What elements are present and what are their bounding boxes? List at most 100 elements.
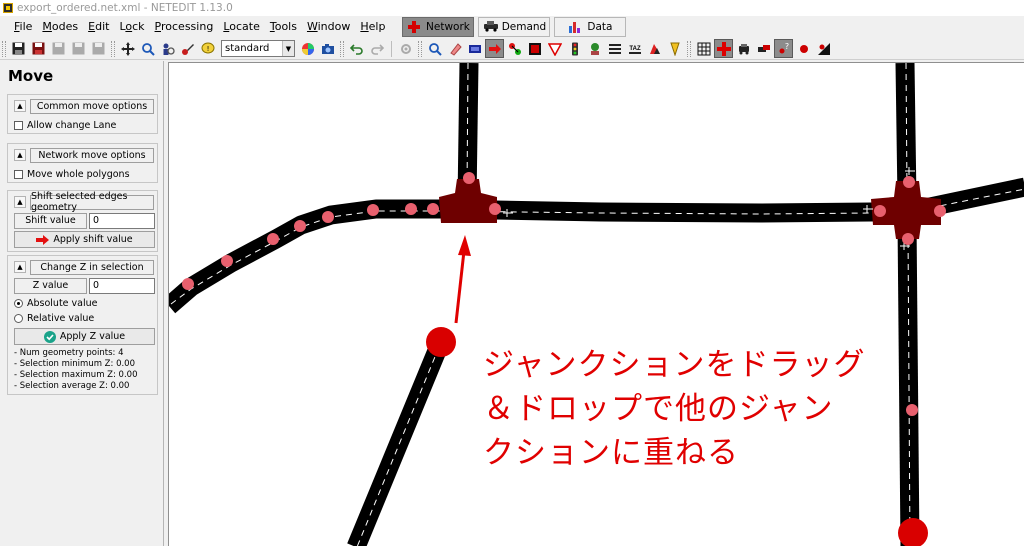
dragged-junction[interactable]	[426, 327, 456, 357]
edge-dragged-diagonal[interactable]	[347, 337, 450, 546]
crossing-mode-icon[interactable]	[605, 39, 624, 58]
connection-mode-icon[interactable]	[525, 39, 544, 58]
geometry-point[interactable]	[405, 203, 417, 215]
menu-lock[interactable]: Lock	[114, 16, 149, 38]
z-value-input[interactable]: 0	[89, 277, 155, 294]
toolbar-grip[interactable]	[2, 40, 6, 57]
taz-mode-icon[interactable]: TAZ	[625, 39, 644, 58]
merge-junctions-icon[interactable]: ?	[774, 39, 793, 58]
move-whole-polygons-label: Move whole polygons	[27, 168, 130, 180]
prohibition-mode-icon[interactable]	[545, 39, 564, 58]
checkbox-box[interactable]	[14, 169, 23, 179]
netedit-window: export_ordered.net.xml - NETEDIT 1.13.0 …	[0, 0, 1024, 546]
geometry-point[interactable]	[903, 176, 915, 188]
create-edge-icon[interactable]	[505, 39, 524, 58]
inspect-mode-icon[interactable]	[425, 39, 444, 58]
geometry-point[interactable]	[367, 204, 379, 216]
undo-icon[interactable]	[347, 39, 366, 58]
show-grid-icon[interactable]	[694, 39, 713, 58]
edit-viewport-icon[interactable]	[178, 39, 197, 58]
menu-help[interactable]: Help	[355, 16, 390, 38]
allow-change-lane-checkbox[interactable]: Allow change Lane	[14, 117, 157, 133]
select-mode-icon[interactable]	[465, 39, 484, 58]
checkbox-box[interactable]	[14, 120, 23, 130]
toggle-draw-vehicles-icon[interactable]	[734, 39, 753, 58]
wire-mode-icon[interactable]	[665, 39, 684, 58]
show-junction-bubbles-icon[interactable]	[794, 39, 813, 58]
network-canvas[interactable]: ジャンクションをドラッグ ＆ドロップで他のジャン クションに重ねる	[168, 62, 1024, 546]
geometry-point[interactable]	[874, 205, 886, 217]
geometry-point[interactable]	[322, 211, 334, 223]
collapse-triangle-icon[interactable]: ▲	[14, 196, 26, 208]
menu-window[interactable]: Window	[302, 16, 355, 38]
toggle-junction-shape-icon[interactable]	[714, 39, 733, 58]
color-wheel-icon[interactable]	[298, 39, 317, 58]
geometry-point[interactable]	[294, 220, 306, 232]
relative-value-radio[interactable]: Relative value	[14, 311, 157, 326]
menu-modes[interactable]: Modes	[37, 16, 83, 38]
menu-file[interactable]: File	[9, 16, 37, 38]
geometry-point[interactable]	[902, 233, 914, 245]
save-additionals-button[interactable]	[29, 39, 48, 58]
frame-title: Move	[8, 67, 54, 85]
geometry-point[interactable]	[427, 203, 439, 215]
toolbar-grip[interactable]	[418, 40, 422, 57]
auto-select-junctions-icon[interactable]	[814, 39, 833, 58]
data-supermode-button[interactable]: Data	[554, 17, 627, 37]
save-meandata-button[interactable]	[89, 39, 108, 58]
network-supermode-button[interactable]: Network	[402, 17, 475, 37]
geometry-point[interactable]	[221, 255, 233, 267]
traffic-light-icon[interactable]	[565, 39, 584, 58]
supermode-selector: Network Demand Data	[402, 17, 630, 37]
toolbar-grip[interactable]	[340, 40, 344, 57]
toolbar-grip[interactable]	[111, 40, 115, 57]
apply-shift-value-button[interactable]: Apply shift value	[14, 231, 155, 248]
title-bar: export_ordered.net.xml - NETEDIT 1.13.0	[0, 0, 1024, 16]
collapse-triangle-icon[interactable]: ▲	[14, 100, 26, 112]
toggle-spread-icon[interactable]	[754, 39, 773, 58]
svg-text:?: ?	[784, 42, 788, 51]
shape-mode-icon[interactable]	[645, 39, 664, 58]
geometry-point[interactable]	[934, 205, 946, 217]
redo-icon[interactable]	[367, 39, 386, 58]
tooltips-icon[interactable]: !	[198, 39, 217, 58]
save-data-button[interactable]	[69, 39, 88, 58]
apply-z-value-button[interactable]: Apply Z value	[14, 328, 155, 345]
shift-value-input[interactable]: 0	[89, 212, 155, 229]
demand-supermode-button[interactable]: Demand	[478, 17, 551, 37]
accept-check-icon	[43, 330, 56, 343]
geometry-point[interactable]	[267, 233, 279, 245]
geometry-point[interactable]	[906, 404, 918, 416]
zoom-search-icon[interactable]	[138, 39, 157, 58]
recenter-view-icon[interactable]	[118, 39, 137, 58]
edge-main-horizontal[interactable]	[440, 199, 906, 223]
geometry-point[interactable]	[489, 203, 501, 215]
collapse-triangle-icon[interactable]: ▲	[14, 149, 26, 161]
geometry-point[interactable]	[463, 172, 475, 184]
color-scheme-select[interactable]: standard ▼	[221, 40, 295, 57]
radio-dot[interactable]	[14, 299, 23, 308]
toolbar-grip[interactable]	[687, 40, 691, 57]
move-whole-polygons-checkbox[interactable]: Move whole polygons	[14, 166, 157, 182]
locate-person-icon[interactable]	[158, 39, 177, 58]
network-move-options-title: Network move options	[30, 147, 154, 163]
geometry-point[interactable]	[182, 278, 194, 290]
screenshot-camera-icon[interactable]	[318, 39, 337, 58]
absolute-value-radio[interactable]: Absolute value	[14, 296, 157, 311]
menu-tools[interactable]: Tools	[265, 16, 302, 38]
additional-mode-icon[interactable]	[585, 39, 604, 58]
menu-processing[interactable]: Processing	[150, 16, 219, 38]
collapse-triangle-icon[interactable]: ▲	[14, 261, 26, 273]
delete-mode-icon[interactable]	[445, 39, 464, 58]
move-mode-icon[interactable]	[485, 39, 504, 58]
radio-dot[interactable]	[14, 314, 23, 323]
menu-edit[interactable]: Edit	[83, 16, 114, 38]
chevron-down-icon: ▼	[282, 41, 294, 56]
save-network-button[interactable]	[9, 39, 28, 58]
demand-car-icon	[483, 20, 498, 34]
save-demand-button[interactable]	[49, 39, 68, 58]
menu-locate[interactable]: Locate	[218, 16, 265, 38]
junction-left[interactable]	[439, 179, 497, 223]
grid-settings-icon[interactable]	[396, 39, 415, 58]
toolbar-separator	[391, 40, 392, 57]
